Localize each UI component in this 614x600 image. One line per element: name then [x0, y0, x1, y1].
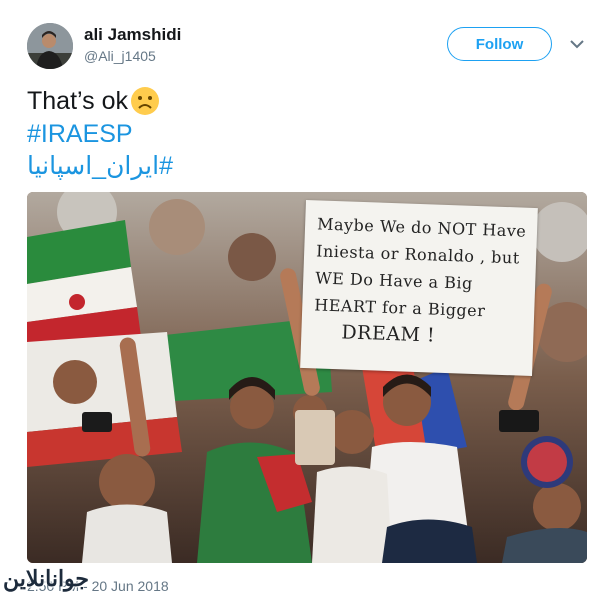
- hashtag-link-persian[interactable]: #ایران_اسپانیا: [27, 150, 587, 182]
- user-handle[interactable]: @Ali_j1405: [84, 48, 156, 64]
- tweet-card: ali Jamshidi @Ali_j1405 Follow That’s ok…: [0, 0, 614, 600]
- watermark-logo: جوانانلاین: [3, 566, 90, 591]
- display-name[interactable]: ali Jamshidi: [84, 25, 181, 45]
- tweet-photo[interactable]: Maybe We do NOT Have Iniesta or Ronaldo …: [27, 192, 587, 563]
- tweet-text-line: That’s ok: [27, 84, 587, 118]
- tweet-text: That’s ok #IRAESP #ایران_اسپانیا: [27, 84, 587, 182]
- chevron-down-icon[interactable]: [569, 36, 585, 52]
- hashtag-persian-text: #ایران_اسپانیا: [27, 152, 173, 180]
- avatar[interactable]: [27, 23, 73, 69]
- hashtag-link-iraesp[interactable]: #IRAESP: [27, 118, 587, 150]
- sad-face-icon: [130, 87, 159, 115]
- follow-button[interactable]: Follow: [447, 27, 552, 61]
- fan-sign: Maybe We do NOT Have Iniesta or Ronaldo …: [300, 200, 538, 376]
- tweet-text-body: That’s ok: [27, 87, 128, 115]
